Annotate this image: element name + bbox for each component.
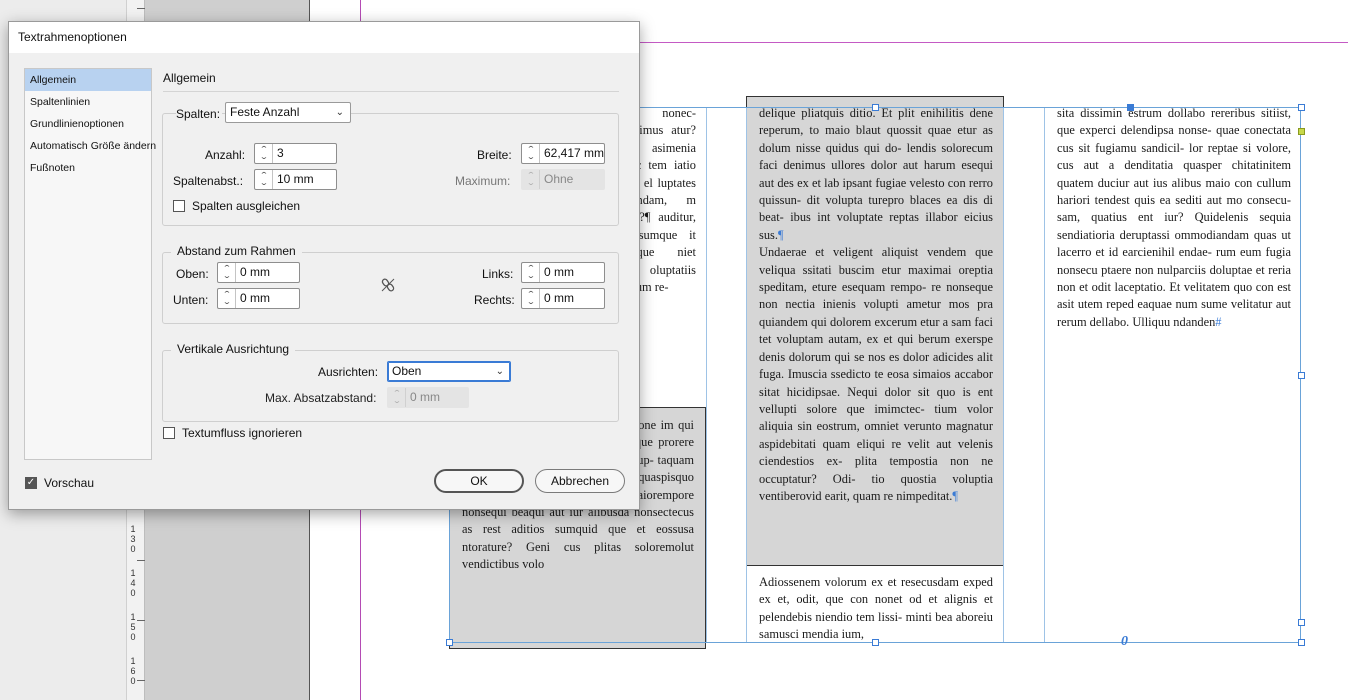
ignore-text-wrap-checkbox[interactable]: Textumfluss ignorieren: [163, 426, 302, 440]
chevron-down-icon: ⌄: [335, 107, 344, 118]
stepper-arrows-icon: ⌃ ⌄: [522, 170, 540, 189]
frame-handle[interactable]: [1298, 619, 1305, 626]
inset-right-stepper[interactable]: ⌃ ⌄ 0 mm: [521, 288, 605, 309]
frame-handle[interactable]: [1298, 372, 1305, 379]
vertical-justification-legend: Vertikale Ausrichtung: [171, 342, 296, 356]
ruler-tick: [137, 560, 145, 561]
inset-left-label: Links:: [482, 267, 514, 281]
panel-title: Allgemein: [163, 71, 216, 85]
inset-left-stepper[interactable]: ⌃ ⌄ 0 mm: [521, 262, 605, 283]
stepper-arrows-icon[interactable]: ⌃ ⌄: [255, 144, 273, 163]
frame-handle[interactable]: [1298, 104, 1305, 111]
inset-top-label: Oben:: [176, 267, 209, 281]
columns-type-value: Feste Anzahl: [230, 105, 300, 119]
text-frame-options-dialog: Textrahmenoptionen Allgemein Spaltenlini…: [8, 21, 640, 510]
align-value: Oben: [392, 364, 422, 378]
sidebar-item-baseline-options[interactable]: Grundlinienoptionen: [25, 113, 151, 135]
gutter-value[interactable]: 10 mm: [273, 170, 336, 189]
inset-top-stepper[interactable]: ⌃ ⌄ 0 mm: [217, 262, 300, 283]
ruler-label: 1 5 0: [130, 612, 136, 642]
sidebar-item-general[interactable]: Allgemein: [25, 69, 151, 91]
inset-right-label: Rechts:: [474, 293, 515, 307]
balance-columns-label: Spalten ausgleichen: [192, 199, 301, 213]
gutter-stepper[interactable]: ⌃ ⌄ 10 mm: [254, 169, 337, 190]
columns-type-label: Spalten:: [176, 107, 223, 121]
sidebar-item-footnotes[interactable]: Fußnoten: [25, 157, 151, 179]
inset-bottom-stepper[interactable]: ⌃ ⌄ 0 mm: [217, 288, 300, 309]
stepper-arrows-icon[interactable]: ⌃ ⌄: [522, 144, 540, 163]
divider: [163, 91, 619, 92]
width-label: Breite:: [477, 148, 512, 162]
frame-handle[interactable]: [1298, 639, 1305, 646]
gutter-label: Spaltenabst.:: [173, 174, 244, 188]
ruler-label: 1 3 0: [130, 524, 136, 554]
stepper-arrows-icon[interactable]: ⌃ ⌄: [218, 263, 236, 282]
align-select[interactable]: Oben ⌄: [387, 361, 511, 382]
frame-handle[interactable]: [872, 639, 879, 646]
inset-legend: Abstand zum Rahmen: [171, 244, 302, 258]
sidebar-item-column-rules[interactable]: Spaltenlinien: [25, 91, 151, 113]
text-column-2-bottom[interactable]: Adiossenem volorum ex et resecusdam expe…: [759, 574, 993, 643]
ruler-tick: [137, 620, 145, 621]
maximum-label: Maximum:: [455, 174, 511, 188]
dialog-sidebar: Allgemein Spaltenlinien Grundlinienoptio…: [24, 68, 156, 460]
ruler-label: 1 4 0: [130, 568, 136, 598]
stepper-arrows-icon[interactable]: ⌃ ⌄: [218, 289, 236, 308]
stepper-arrows-icon[interactable]: ⌃ ⌄: [522, 289, 540, 308]
sidebar-item-auto-size[interactable]: Automatisch Größe ändern: [25, 135, 156, 157]
frame-handle[interactable]: [446, 639, 453, 646]
max-paragraph-spacing-value: 0 mm: [410, 390, 440, 404]
stepper-arrows-icon: ⌃ ⌄: [388, 388, 406, 407]
chain-link-icon[interactable]: [381, 278, 395, 292]
stepper-arrows-icon[interactable]: ⌃ ⌄: [255, 170, 273, 189]
column-count-stepper[interactable]: ⌃ ⌄ 3: [254, 143, 337, 164]
maximum-value: Ohne: [544, 172, 574, 186]
cancel-button[interactable]: Abbrechen: [535, 469, 625, 493]
frame-handle[interactable]: [872, 104, 879, 111]
frame-handle[interactable]: [1127, 104, 1134, 111]
balance-columns-checkbox[interactable]: Spalten ausgleichen: [173, 199, 300, 213]
checkbox-box[interactable]: [163, 427, 175, 439]
column-width-stepper[interactable]: ⌃ ⌄ 62,417 mm: [521, 143, 605, 164]
inset-top-value[interactable]: 0 mm: [236, 263, 299, 282]
inset-bottom-value[interactable]: 0 mm: [236, 289, 299, 308]
chevron-down-icon: ⌄: [495, 366, 504, 377]
inset-bottom-label: Unten:: [173, 293, 209, 307]
overset-text-marker[interactable]: 0: [1121, 634, 1128, 650]
preview-label: Vorschau: [44, 476, 95, 490]
corner-options-handle[interactable]: [1298, 128, 1305, 135]
checkbox-box[interactable]: [173, 200, 185, 212]
dialog-title[interactable]: Textrahmenoptionen: [9, 22, 639, 53]
text-column-3[interactable]: sita dissimin estrum dollabo rereribus s…: [1057, 105, 1291, 375]
ok-button[interactable]: OK: [434, 469, 524, 493]
preview-checkbox[interactable]: ✓ Vorschau: [25, 476, 94, 490]
columns-type-select[interactable]: Feste Anzahl ⌄: [225, 102, 351, 123]
ruler-label: 1 6 0: [130, 656, 136, 686]
inset-left-value[interactable]: 0 mm: [540, 263, 604, 282]
text-column-2-box[interactable]: delique pliatquis ditio. Et plit enihili…: [759, 105, 993, 557]
ruler-tick: [137, 8, 145, 9]
max-paragraph-spacing-stepper: ⌃ ⌄ 0 mm: [387, 387, 469, 408]
max-paragraph-spacing-label: Max. Absatzabstand:: [265, 391, 377, 405]
ruler-tick: [137, 680, 145, 681]
inset-right-value[interactable]: 0 mm: [540, 289, 604, 308]
checkmark-icon[interactable]: ✓: [25, 477, 37, 489]
stepper-arrows-icon[interactable]: ⌃ ⌄: [522, 263, 540, 282]
column-count-value[interactable]: 3: [273, 144, 336, 163]
count-label: Anzahl:: [205, 148, 246, 162]
ignore-text-wrap-label: Textumfluss ignorieren: [182, 426, 303, 440]
align-label: Ausrichten:: [318, 365, 379, 379]
column-width-value[interactable]: 62,417 mm: [540, 144, 604, 163]
maximum-stepper: ⌃ ⌄ Ohne: [521, 169, 605, 190]
